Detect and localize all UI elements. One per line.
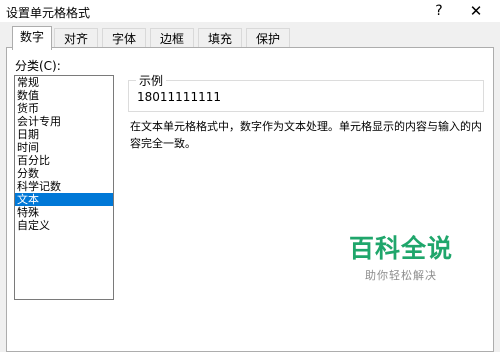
sample-value: 18011111111 bbox=[137, 90, 221, 104]
tab-fill[interactable]: 填充 bbox=[198, 28, 242, 48]
watermark-subtitle: 助你轻松解决 bbox=[365, 269, 437, 282]
category-item-general[interactable]: 常规 bbox=[15, 76, 113, 89]
tab-alignment[interactable]: 对齐 bbox=[54, 28, 98, 48]
tab-border[interactable]: 边框 bbox=[150, 28, 194, 48]
category-item-percentage[interactable]: 百分比 bbox=[15, 154, 113, 167]
watermark: 百科全说 助你轻松解决 bbox=[331, 229, 471, 283]
category-item-scientific[interactable]: 科学记数 bbox=[15, 180, 113, 193]
category-item-currency[interactable]: 货币 bbox=[15, 102, 113, 115]
help-button[interactable]: ? bbox=[424, 0, 454, 22]
tab-font[interactable]: 字体 bbox=[102, 28, 146, 48]
category-item-fraction[interactable]: 分数 bbox=[15, 167, 113, 180]
category-label: 分类(C): bbox=[15, 59, 61, 73]
category-item-date[interactable]: 日期 bbox=[15, 128, 113, 141]
close-button[interactable]: ✕ bbox=[456, 0, 496, 22]
tab-protection[interactable]: 保护 bbox=[246, 28, 290, 48]
tab-strip: 数字 对齐 字体 边框 填充 保护 bbox=[6, 26, 494, 50]
category-item-time[interactable]: 时间 bbox=[15, 141, 113, 154]
category-item-text[interactable]: 文本 bbox=[15, 193, 113, 206]
tab-number[interactable]: 数字 bbox=[12, 26, 52, 50]
category-list[interactable]: 常规 数值 货币 会计专用 日期 时间 百分比 分数 科学记数 文本 特殊 自定… bbox=[14, 75, 114, 300]
watermark-title: 百科全说 bbox=[348, 234, 453, 263]
dialog-title: 设置单元格格式 bbox=[6, 6, 91, 20]
category-item-number[interactable]: 数值 bbox=[15, 89, 113, 102]
category-item-special[interactable]: 特殊 bbox=[15, 206, 113, 219]
number-tab-panel: 分类(C): 常规 数值 货币 会计专用 日期 时间 百分比 分数 科学记数 文… bbox=[6, 47, 494, 352]
sample-label: 示例 bbox=[136, 72, 167, 89]
title-bar: 设置单元格格式 ? ✕ bbox=[0, 0, 500, 22]
format-description: 在文本单元格格式中，数字作为文本处理。单元格显示的内容与输入的内容完全一致。 bbox=[130, 120, 482, 150]
sample-group: 18011111111 bbox=[128, 80, 484, 112]
category-item-custom[interactable]: 自定义 bbox=[15, 219, 113, 232]
category-item-accounting[interactable]: 会计专用 bbox=[15, 115, 113, 128]
